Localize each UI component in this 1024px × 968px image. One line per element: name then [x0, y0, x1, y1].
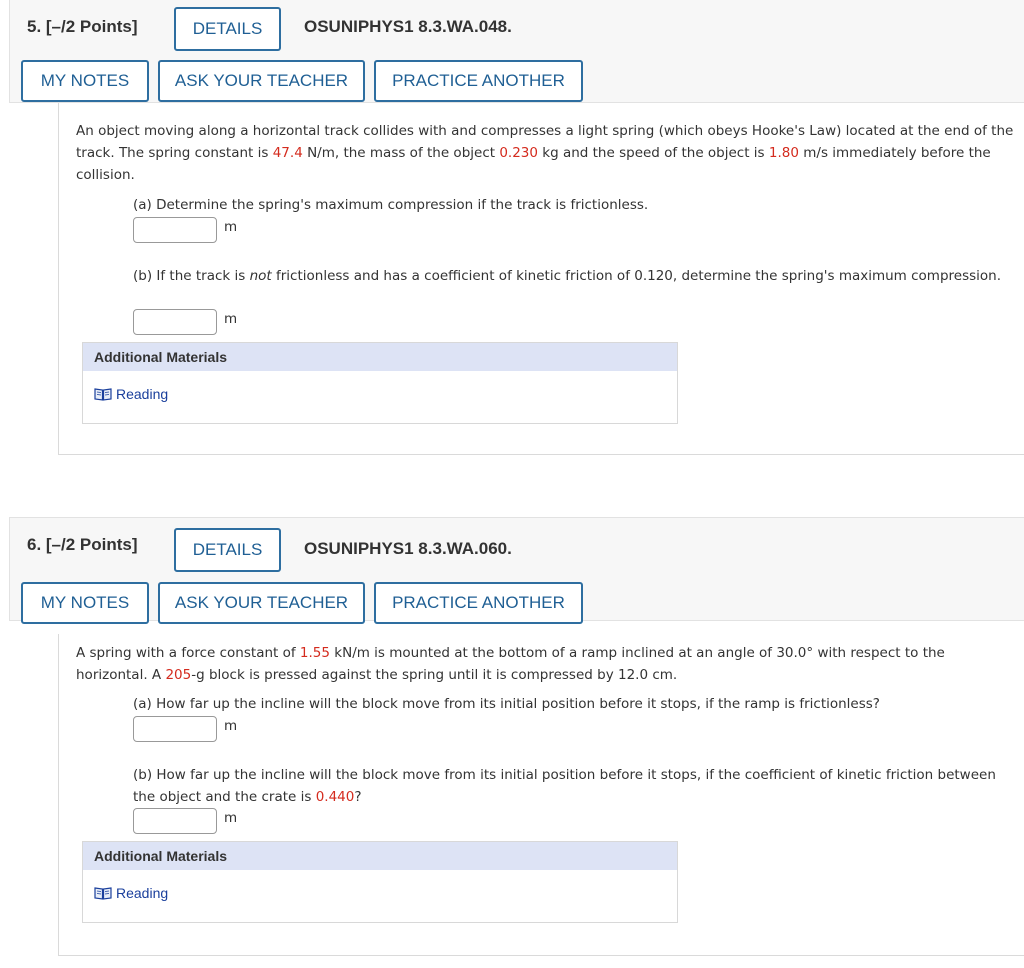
given-value: 1.80	[768, 145, 799, 161]
additional-materials-heading: Additional Materials	[83, 343, 677, 371]
practice-another-button[interactable]: PRACTICE ANOTHER	[374, 60, 583, 102]
details-button[interactable]: DETAILS	[174, 528, 281, 572]
question-body: An object moving along a horizontal trac…	[58, 103, 1024, 455]
question-body: A spring with a force constant of 1.55 k…	[58, 634, 1024, 956]
question-header: 6. [–/2 Points] DETAILS OSUNIPHYS1 8.3.W…	[9, 517, 1024, 624]
details-button[interactable]: DETAILS	[174, 7, 281, 51]
part-a-unit: m	[224, 219, 238, 235]
part-a-answer-input[interactable]	[133, 217, 217, 243]
ask-your-teacher-button[interactable]: ASK YOUR TEACHER	[158, 582, 365, 624]
my-notes-button[interactable]: MY NOTES	[21, 582, 149, 624]
part-b-prompt: (b) If the track is not frictionless and…	[133, 268, 1002, 284]
part-a-answer-input[interactable]	[133, 716, 217, 742]
part-b-prompt: (b) How far up the incline will the bloc…	[133, 767, 996, 805]
problem-statement: An object moving along a horizontal trac…	[76, 123, 1014, 183]
given-value: 47.4	[272, 145, 303, 161]
practice-another-button[interactable]: PRACTICE ANOTHER	[374, 582, 583, 624]
part-b-answer-input[interactable]	[133, 309, 217, 335]
given-value: 205	[165, 667, 192, 683]
part-b-unit: m	[224, 810, 238, 826]
part-a-unit: m	[224, 718, 238, 734]
given-value: 1.55	[299, 645, 330, 661]
given-value: 0.230	[499, 145, 538, 161]
part-a-prompt: (a) How far up the incline will the bloc…	[133, 696, 880, 712]
question-code: OSUNIPHYS1 8.3.WA.048.	[304, 17, 512, 36]
problem-statement: A spring with a force constant of 1.55 k…	[76, 645, 945, 683]
part-b-unit: m	[224, 311, 238, 327]
reading-label: Reading	[116, 885, 169, 901]
additional-materials-heading: Additional Materials	[83, 842, 677, 870]
question-number: 6. [–/2 Points]	[27, 535, 138, 554]
reading-label: Reading	[116, 386, 169, 402]
question-code: OSUNIPHYS1 8.3.WA.060.	[304, 539, 512, 558]
additional-materials-panel: Additional Materials Reading	[82, 342, 678, 424]
reading-link[interactable]: Reading	[94, 885, 168, 901]
ask-your-teacher-button[interactable]: ASK YOUR TEACHER	[158, 60, 365, 102]
part-a-prompt: (a) Determine the spring's maximum compr…	[133, 197, 649, 213]
book-icon	[94, 387, 112, 401]
given-value: 0.440	[315, 789, 355, 805]
reading-link[interactable]: Reading	[94, 386, 168, 402]
part-b-answer-input[interactable]	[133, 808, 217, 834]
my-notes-button[interactable]: MY NOTES	[21, 60, 149, 102]
book-icon	[94, 886, 112, 900]
question-header: 5. [–/2 Points] DETAILS OSUNIPHYS1 8.3.W…	[9, 0, 1024, 103]
additional-materials-panel: Additional Materials Reading	[82, 841, 678, 923]
question-number: 5. [–/2 Points]	[27, 17, 138, 36]
